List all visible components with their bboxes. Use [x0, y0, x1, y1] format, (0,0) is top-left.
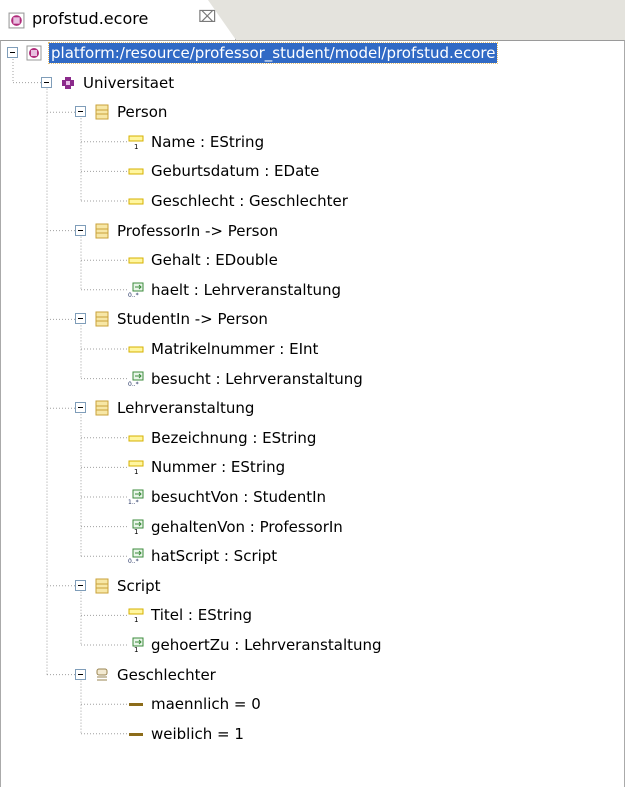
- svg-text:1: 1: [134, 143, 138, 150]
- eenum-icon: [94, 667, 110, 683]
- tree-item-feature[interactable]: Matrikelnummer : EInt: [1, 334, 621, 364]
- close-tab-icon[interactable]: ⌧: [198, 7, 216, 27]
- tree-item-class[interactable]: Lehrveranstaltung: [1, 393, 621, 423]
- tree-item-literal-label: maennlich = 0: [151, 695, 261, 714]
- svg-text:0..*: 0..*: [128, 558, 139, 564]
- tree-item-class-label: Script: [117, 576, 161, 595]
- tree-item-feature[interactable]: 1..* besuchtVon : StudentIn: [1, 482, 621, 512]
- tree-item-class-label: Person: [117, 103, 168, 122]
- tree-item-feature-label: Gehalt : EDouble: [151, 251, 278, 270]
- eclass-icon: [94, 104, 110, 120]
- ereference-required-many-icon: 1..*: [128, 489, 144, 506]
- tree-item-feature-label: Geburtsdatum : EDate: [151, 162, 320, 181]
- tree-item-feature[interactable]: 1 Titel : EString: [1, 600, 621, 630]
- tree-item-literal[interactable]: weiblich = 1: [1, 719, 621, 749]
- eenum-literal-icon: [128, 726, 144, 742]
- svg-text:1: 1: [134, 616, 138, 623]
- tree-item-feature[interactable]: Geburtsdatum : EDate: [1, 156, 621, 186]
- eattribute-icon: [128, 341, 144, 357]
- tree-item-feature-label: Name : EString: [151, 132, 265, 151]
- tree-item-class-label: Lehrveranstaltung: [117, 399, 255, 418]
- ecore-resource-icon: [26, 45, 42, 61]
- tree-item-feature[interactable]: 1 gehaltenVon : ProfessorIn: [1, 512, 621, 542]
- tree-item-feature-label: gehaltenVon : ProfessorIn: [151, 517, 343, 536]
- epackage-icon: [60, 75, 76, 91]
- ereference-many-icon: 0..*: [128, 371, 144, 388]
- tree-item-feature[interactable]: 0..* besucht : Lehrveranstaltung: [1, 364, 621, 394]
- tree-item-class-label: ProfessorIn -> Person: [117, 221, 279, 240]
- svg-text:0..*: 0..*: [128, 292, 139, 298]
- tree-item-package-label: Universitaet: [83, 73, 175, 92]
- tree-item-class-label: StudentIn -> Person: [117, 310, 268, 329]
- eclass-icon: [94, 223, 110, 239]
- eattribute-icon: [128, 163, 144, 179]
- editor-tab[interactable]: profstud.ecore ⌧: [0, 0, 236, 40]
- tree-item-feature-label: Geschlecht : Geschlechter: [151, 192, 348, 210]
- eattribute-icon: [128, 193, 144, 209]
- svg-text:1..*: 1..*: [128, 499, 139, 505]
- tree-item-feature[interactable]: Geschlecht : Geschlechter: [1, 186, 621, 216]
- tree-item-feature-label: Matrikelnummer : EInt: [151, 340, 319, 358]
- tree-item-feature-label: Nummer : EString: [151, 458, 286, 477]
- tree-item-feature-label: hatScript : Script: [151, 547, 278, 566]
- collapse-toggle-icon[interactable]: [75, 106, 86, 118]
- eenum-literal-icon: [128, 696, 144, 712]
- eclass-icon: [94, 400, 110, 416]
- eattribute-id-icon: 1: [128, 459, 144, 476]
- tree-item-enum[interactable]: Geschlechter: [1, 660, 621, 690]
- tree-item-feature-label: besuchtVon : StudentIn: [151, 488, 327, 506]
- collapse-toggle-icon[interactable]: [75, 402, 86, 414]
- tree-item-enum-label: Geschlechter: [117, 665, 216, 684]
- eattribute-id-icon: 1: [128, 607, 144, 624]
- tree-item-literal[interactable]: maennlich = 0: [1, 689, 621, 719]
- tree-item-feature-label: Bezeichnung : EString: [151, 428, 317, 447]
- tree-item-literal-label: weiblich = 1: [151, 724, 244, 743]
- tree-item-class[interactable]: Script: [1, 571, 621, 601]
- ecore-file-icon: [8, 12, 25, 29]
- tree-item-feature[interactable]: Bezeichnung : EString: [1, 423, 621, 453]
- editor-tab-strip: profstud.ecore ⌧: [0, 0, 625, 40]
- tree-item-feature[interactable]: 0..* hatScript : Script: [1, 541, 621, 571]
- tree-item-feature-label: Titel : EString: [151, 606, 252, 625]
- ecore-editor: profstud.ecore ⌧ platform:/resource/prof…: [0, 0, 625, 787]
- tree-item-resource-label: platform:/resource/professor_student/mod…: [47, 42, 499, 64]
- ereference-many-icon: 0..*: [128, 548, 144, 565]
- tree-item-feature-label: haelt : Lehrveranstaltung: [151, 280, 342, 299]
- eattribute-icon: [128, 430, 144, 446]
- svg-text:1: 1: [134, 468, 138, 475]
- ereference-many-icon: 0..*: [128, 282, 144, 299]
- collapse-toggle-icon[interactable]: [75, 313, 86, 325]
- ereference-one-icon: 1: [128, 519, 144, 536]
- tree-item-resource[interactable]: platform:/resource/professor_student/mod…: [1, 38, 621, 68]
- collapse-toggle-icon[interactable]: [75, 668, 86, 680]
- eclass-icon: [94, 311, 110, 327]
- tree-item-package[interactable]: Universitaet: [1, 68, 621, 98]
- tree-item-feature-label: gehoertZu : Lehrveranstaltung: [151, 636, 382, 654]
- tree-item-feature[interactable]: 1 gehoertZu : Lehrveranstaltung: [1, 630, 621, 660]
- tree-item-class[interactable]: ProfessorIn -> Person: [1, 216, 621, 246]
- ereference-one-icon: 1: [128, 637, 144, 654]
- tree-item-class[interactable]: Person: [1, 97, 621, 127]
- tree-item-feature[interactable]: 0..* haelt : Lehrveranstaltung: [1, 275, 621, 305]
- svg-text:1: 1: [134, 646, 138, 653]
- tab-title: profstud.ecore: [32, 9, 149, 28]
- collapse-toggle-icon[interactable]: [75, 579, 86, 591]
- eattribute-id-icon: 1: [128, 134, 144, 151]
- collapse-toggle-icon[interactable]: [41, 76, 52, 88]
- tree-item-feature[interactable]: Gehalt : EDouble: [1, 245, 621, 275]
- tree-item-class[interactable]: StudentIn -> Person: [1, 304, 621, 334]
- eattribute-icon: [128, 252, 144, 268]
- collapse-toggle-icon[interactable]: [75, 224, 86, 236]
- tree-item-feature[interactable]: 1 Nummer : EString: [1, 452, 621, 482]
- svg-text:0..*: 0..*: [128, 381, 139, 387]
- eclass-icon: [94, 578, 110, 594]
- collapse-toggle-icon[interactable]: [7, 47, 18, 58]
- tree-item-feature[interactable]: 1 Name : EString: [1, 127, 621, 157]
- resource-tree: platform:/resource/professor_student/mod…: [0, 40, 625, 787]
- svg-text:1: 1: [134, 528, 138, 535]
- tree-item-feature-label: besucht : Lehrveranstaltung: [151, 369, 363, 388]
